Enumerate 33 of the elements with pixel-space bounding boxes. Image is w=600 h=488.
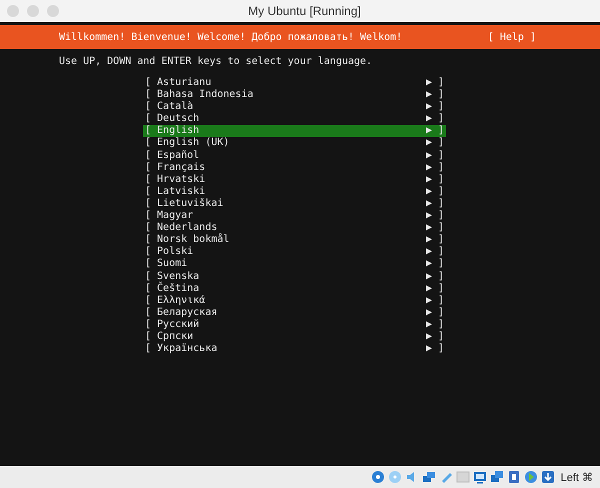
window-title: My Ubuntu [Running]: [247, 4, 362, 18]
welcome-text: Willkommen! Bienvenue! Welcome! Добро пожаловать! Welkom!: [59, 32, 402, 42]
language-item[interactable]: [ Suomi ▶ ]: [143, 258, 446, 270]
language-item[interactable]: [ Norsk bokmål ▶ ]: [143, 234, 446, 246]
language-item[interactable]: [ Hrvatski ▶ ]: [143, 174, 446, 186]
language-item[interactable]: [ Español ▶ ]: [143, 150, 446, 162]
language-item[interactable]: [ Čeština ▶ ]: [143, 282, 446, 295]
language-item[interactable]: [ Беларуская ▶ ]: [143, 306, 446, 319]
language-item[interactable]: [ English ▶ ]: [143, 125, 446, 138]
language-item[interactable]: [ Svenska ▶ ]: [143, 270, 446, 283]
language-item[interactable]: [ Polski ▶ ]: [143, 246, 446, 258]
instruction-text: Use UP, DOWN and ENTER keys to select your language.: [59, 56, 374, 67]
network-icon[interactable]: [422, 470, 436, 484]
language-item[interactable]: [ Русский ▶ ]: [143, 318, 446, 331]
language-item[interactable]: [ Српски ▶ ]: [143, 330, 446, 344]
language-item[interactable]: [ Українська ▶ ]: [143, 343, 446, 356]
language-item[interactable]: [ Français ▶ ]: [143, 162, 446, 174]
download-icon[interactable]: [540, 470, 555, 484]
language-item[interactable]: [ Català ▶ ]: [143, 101, 446, 114]
language-item[interactable]: [ Latviski ▶ ]: [143, 186, 446, 198]
screens-icon[interactable]: [490, 470, 504, 484]
language-item[interactable]: [ Nederlands ▶ ]: [143, 222, 446, 234]
disk-icon[interactable]: [370, 470, 385, 484]
language-item[interactable]: [ Bahasa Indonesia ▶ ]: [143, 89, 446, 102]
language-item[interactable]: [ Lietuviškai ▶ ]: [143, 198, 446, 210]
language-item[interactable]: [ Deutsch ▶ ]: [143, 113, 446, 126]
language-item[interactable]: [ Ελληνικά ▶ ]: [143, 294, 446, 307]
help-button[interactable]: [ Help ]: [488, 32, 536, 42]
language-item[interactable]: [ Magyar ▶ ]: [143, 210, 446, 222]
display-icon[interactable]: [472, 470, 487, 484]
language-item[interactable]: [ Asturianu ▶ ]: [143, 77, 446, 90]
host-key-label: Left ⌘: [560, 470, 593, 484]
language-item[interactable]: [ English (UK) ▶ ]: [143, 137, 446, 150]
